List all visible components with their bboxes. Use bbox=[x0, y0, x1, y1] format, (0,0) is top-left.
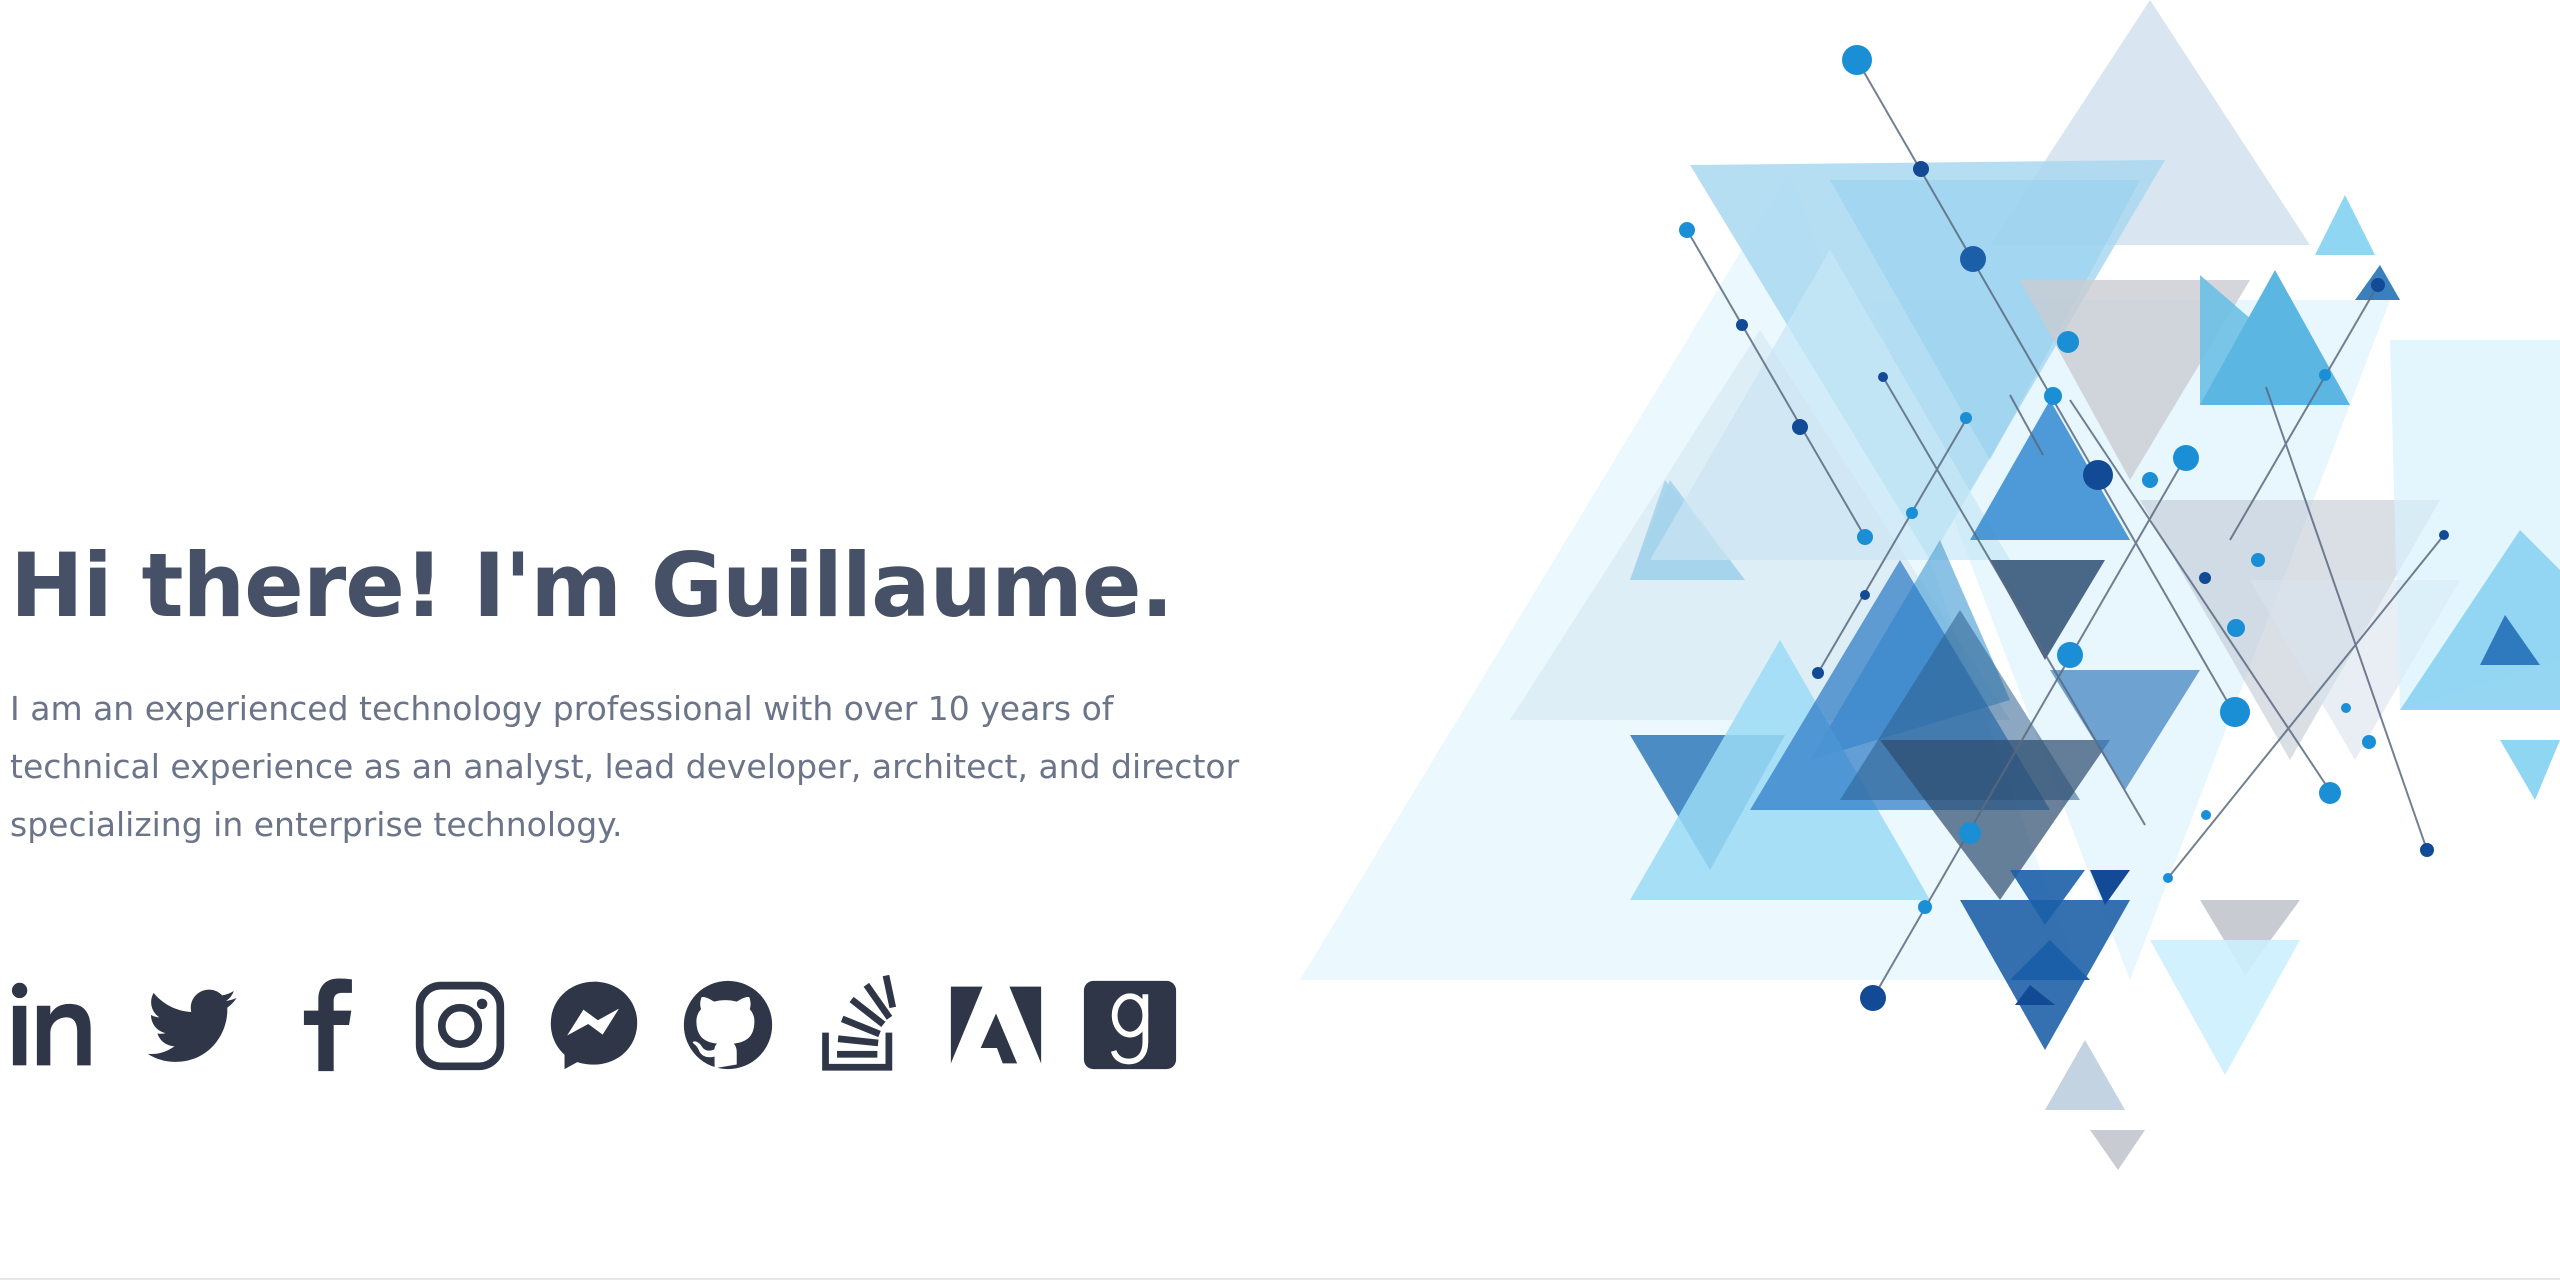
twitter-icon bbox=[147, 989, 237, 1062]
github-icon bbox=[683, 980, 773, 1070]
intro-section: Hi there! I'm Guillaume. I am an experie… bbox=[10, 520, 1250, 854]
facebook-link[interactable] bbox=[278, 975, 374, 1075]
page-title: Hi there! I'm Guillaume. bbox=[10, 534, 1174, 637]
stackoverflow-link[interactable] bbox=[814, 975, 910, 1075]
instagram-link[interactable] bbox=[412, 975, 508, 1075]
instagram-icon bbox=[415, 981, 505, 1071]
messenger-link[interactable] bbox=[546, 975, 642, 1075]
adobe-icon bbox=[950, 986, 1042, 1064]
hero-illustration bbox=[1300, 0, 2560, 1170]
stackoverflow-icon bbox=[822, 975, 897, 1071]
github-link[interactable] bbox=[680, 975, 776, 1075]
goodreads-icon bbox=[1083, 980, 1177, 1070]
messenger-icon bbox=[550, 981, 638, 1070]
linkedin-icon bbox=[11, 982, 91, 1066]
linkedin-link[interactable] bbox=[10, 975, 106, 1075]
social-links bbox=[10, 975, 1216, 1075]
facebook-icon bbox=[303, 978, 352, 1072]
twitter-link[interactable] bbox=[144, 975, 240, 1075]
goodreads-link[interactable] bbox=[1082, 975, 1178, 1075]
bio-text: I am an experienced technology professio… bbox=[10, 689, 1240, 844]
adobe-link[interactable] bbox=[948, 975, 1044, 1075]
